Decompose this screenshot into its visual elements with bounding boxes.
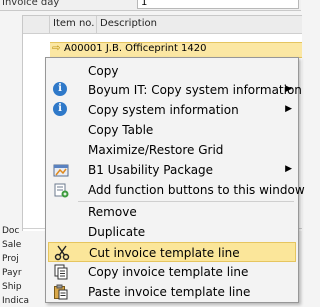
form-label: Payr (2, 268, 22, 278)
add-function-buttons-icon (53, 182, 69, 198)
form-label: Proj (2, 254, 19, 264)
menu-item-paste-invoice-template-line[interactable]: Paste invoice template line (48, 282, 296, 302)
menu-item-label: Maximize/Restore Grid (88, 143, 224, 157)
menu-item-add-function-buttons[interactable]: Add function buttons to this window (48, 180, 305, 200)
menu-item-copy-system-info[interactable]: i Copy system information ▶ (48, 100, 296, 120)
form-label: Doc (2, 226, 20, 236)
context-menu: Copy i Boyum IT: Copy system information… (45, 57, 305, 303)
invoice-day-row: Invoice day 1 (0, 0, 301, 11)
menu-item-boyum-copy-system-info[interactable]: i Boyum IT: Copy system information ▶ (48, 80, 302, 100)
copy-document-icon (53, 264, 69, 280)
menu-item-label: Copy system information (88, 103, 239, 117)
menu-item-label: Copy invoice template line (88, 265, 249, 279)
menu-item-label: Paste invoice template line (88, 285, 251, 299)
invoice-day-value: 1 (141, 0, 148, 8)
column-header-description[interactable]: Description (97, 16, 302, 33)
row-number-header[interactable] (23, 16, 50, 33)
selected-row-text: A00001 J.B. Officeprint 1420 (64, 43, 207, 54)
menu-item-label: Add function buttons to this window (88, 183, 305, 197)
menu-item-copy-invoice-template-line[interactable]: Copy invoice template line (48, 262, 296, 282)
column-header-item-no[interactable]: Item no. (50, 16, 97, 33)
menu-item-label: Remove (88, 205, 137, 219)
menu-item-copy-table[interactable]: Copy Table (48, 120, 296, 140)
menu-item-label: B1 Usability Package (88, 163, 214, 177)
invoice-day-label: Invoice day (2, 0, 60, 8)
menu-item-label: Boyum IT: Copy system information (88, 83, 302, 97)
paste-clipboard-icon (53, 284, 69, 300)
grid-header: Item no. Description (23, 16, 302, 34)
menu-item-cut-invoice-template-line[interactable]: Cut invoice template line (48, 242, 296, 262)
menu-item-label: Copy (88, 64, 119, 78)
menu-item-duplicate[interactable]: Duplicate (48, 222, 296, 242)
link-arrow-icon[interactable]: ⇨ (52, 43, 60, 54)
form-label: Indica (2, 296, 30, 306)
menu-item-label: Cut invoice template line (89, 246, 240, 260)
submenu-arrow-icon: ▶ (285, 104, 292, 114)
menu-item-label: Duplicate (88, 225, 146, 239)
info-icon: i (53, 102, 69, 118)
b1-usability-package-icon (53, 162, 69, 178)
submenu-arrow-icon: ▶ (285, 84, 292, 94)
menu-item-copy[interactable]: Copy (48, 61, 296, 81)
form-label: Ship (2, 282, 22, 292)
info-icon: i (53, 82, 69, 98)
scissors-icon (54, 245, 70, 261)
invoice-day-field[interactable]: 1 (137, 0, 299, 9)
form-label: Sale (2, 240, 22, 250)
menu-item-remove[interactable]: Remove (48, 202, 296, 222)
menu-item-b1-usability-package[interactable]: B1 Usability Package ▶ (48, 160, 296, 180)
submenu-arrow-icon: ▶ (285, 164, 292, 174)
menu-item-maximize-restore-grid[interactable]: Maximize/Restore Grid (48, 140, 296, 160)
menu-item-label: Copy Table (88, 123, 154, 137)
table-row[interactable]: ⇨ A00001 J.B. Officeprint 1420 (50, 42, 302, 58)
